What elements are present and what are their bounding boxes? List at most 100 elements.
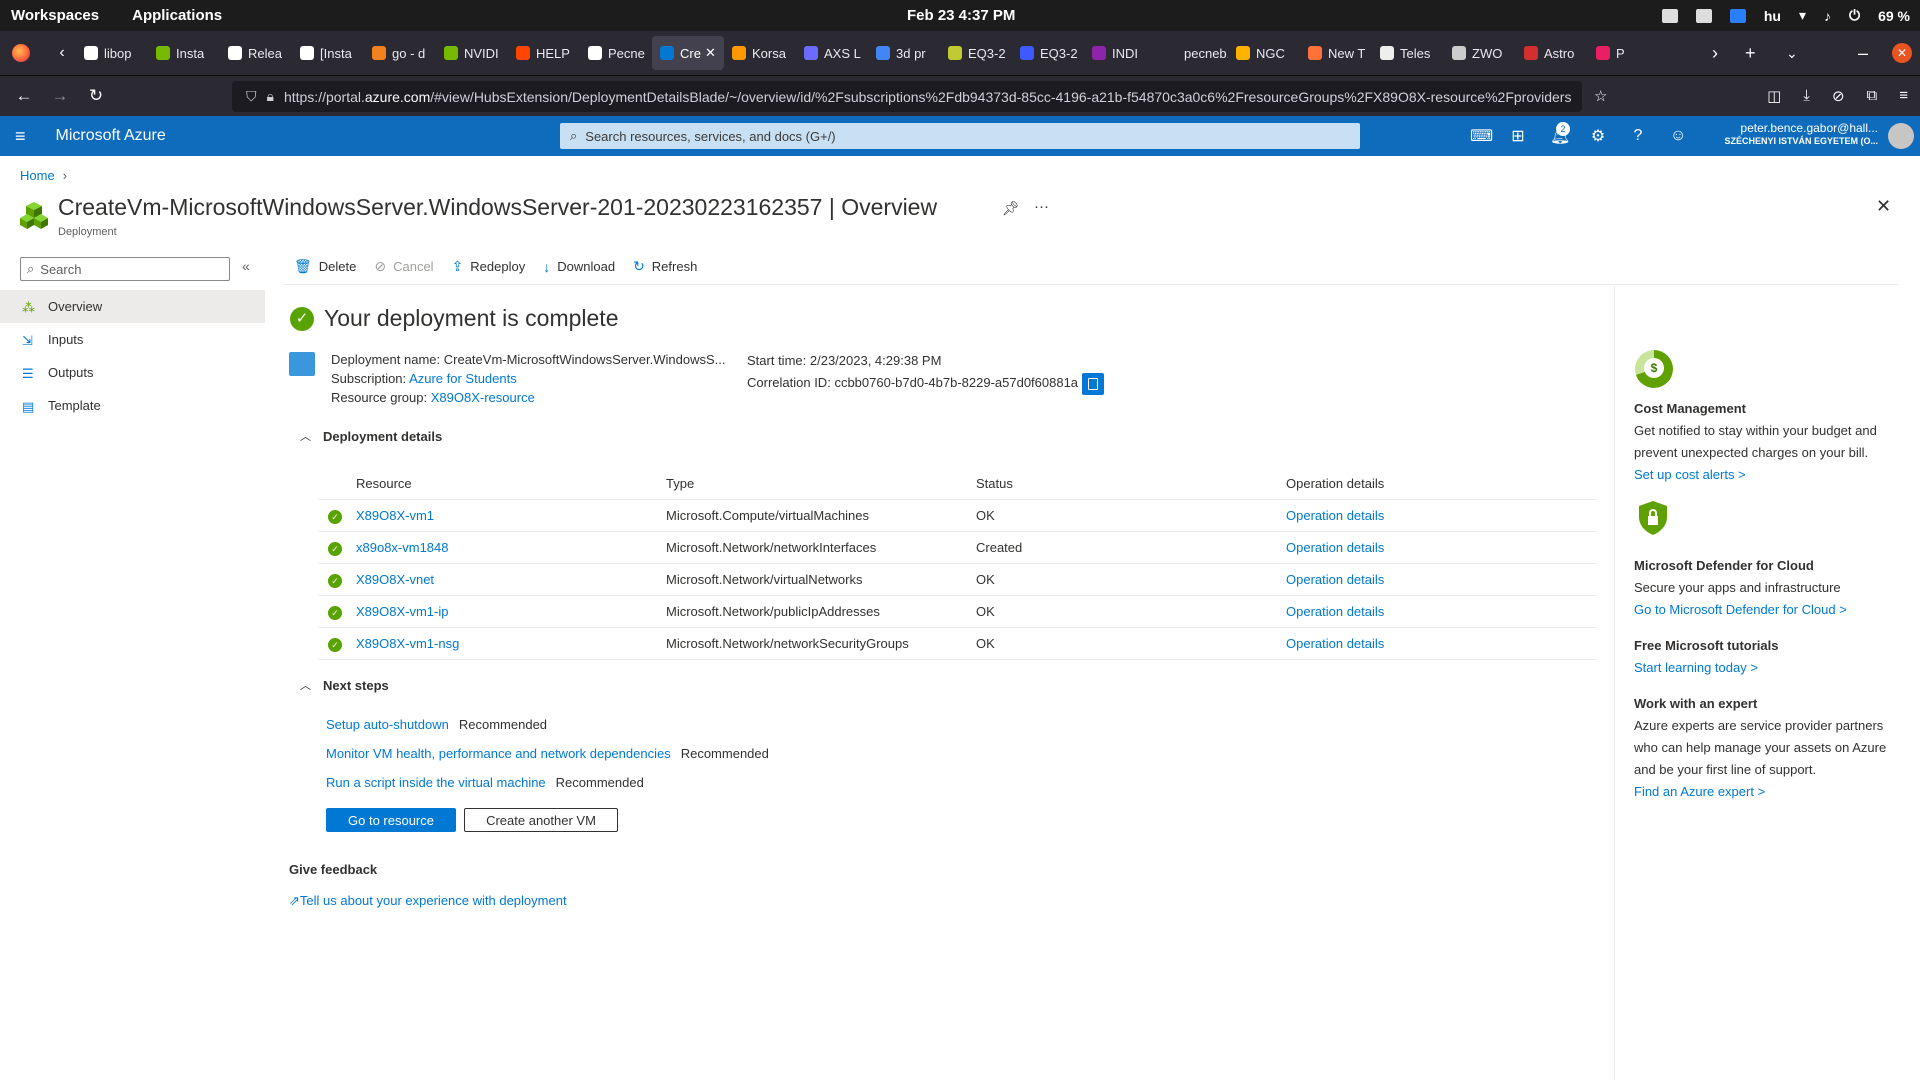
url-bar[interactable]: ⛉ 🔒︎ https://portal. azure.com/#view/Hubs…	[232, 81, 1582, 112]
volume-icon[interactable]: ♪	[1824, 8, 1831, 24]
browser-tab[interactable]: go - d	[364, 36, 436, 70]
browser-tab[interactable]: Korsa	[724, 36, 796, 70]
vscode-icon[interactable]	[1729, 8, 1746, 23]
create-another-vm-button[interactable]: Create another VM	[464, 808, 618, 832]
download-button[interactable]: ↓ Download	[543, 259, 615, 275]
refresh-button[interactable]: ↻ Refresh	[633, 258, 697, 275]
defender-link[interactable]: Go to Microsoft Defender for Cloud >	[1634, 602, 1847, 617]
workspaces-menu[interactable]: Workspaces	[11, 7, 99, 24]
resource-link[interactable]: X89O8X-vm1-nsg	[356, 636, 666, 651]
browser-tab[interactable]: Pecne	[580, 36, 652, 70]
breadcrumb-home[interactable]: Home	[20, 168, 55, 183]
shield-icon[interactable]: ⛉	[246, 88, 257, 105]
clock[interactable]: Feb 23 4:37 PM	[907, 7, 1015, 24]
menu-item-inputs[interactable]: ⇲ Inputs	[0, 323, 265, 356]
browser-tab[interactable]: libop	[76, 36, 148, 70]
cloud-shell-icon[interactable]: ⌨	[1470, 126, 1493, 146]
operation-details-link[interactable]: Operation details	[1286, 508, 1586, 523]
next-steps-toggle[interactable]: ︿ Next steps	[300, 677, 389, 693]
go-to-resource-button[interactable]: Go to resource	[326, 808, 456, 832]
pin-icon[interactable]: 📌︎	[1002, 200, 1020, 217]
run-script-link[interactable]: Run a script inside the virtual machine	[326, 775, 546, 790]
tab-scroll-right-icon[interactable]: ›	[1712, 43, 1718, 64]
azure-brand[interactable]: Microsoft Azure	[56, 127, 166, 145]
keyboard-layout[interactable]: hu	[1764, 8, 1781, 24]
feedback-icon[interactable]: ☺	[1670, 127, 1686, 145]
menu-item-template[interactable]: ▤ Template	[0, 389, 265, 422]
back-icon[interactable]: ←	[6, 86, 42, 106]
screen-icon[interactable]	[1661, 8, 1678, 23]
more-options-icon[interactable]: ···	[1034, 198, 1049, 215]
power-icon[interactable]: ⏻	[1849, 7, 1860, 24]
account-menu[interactable]: peter.bence.gabor@hall... SZÉCHENYI ISTV…	[1724, 122, 1878, 148]
avatar[interactable]	[1888, 123, 1914, 149]
browser-tab[interactable]: EQ3-2	[1012, 36, 1084, 70]
extensions-icon[interactable]: ⧉	[1867, 87, 1878, 105]
menu-item-outputs[interactable]: ☰ Outputs	[0, 356, 265, 389]
cancel-button[interactable]: ⊘ Cancel	[374, 258, 433, 275]
collapse-menu-icon[interactable]: «	[242, 258, 250, 274]
browser-tab[interactable]: INDI	[1084, 36, 1156, 70]
resource-link[interactable]: x89o8x-vm1848	[356, 540, 666, 555]
browser-tab[interactable]: Relea	[220, 36, 292, 70]
browser-tab[interactable]: ZWO	[1444, 36, 1516, 70]
extension-icon[interactable]: ⊘	[1832, 87, 1845, 105]
downloads-icon[interactable]: ⤓	[1803, 87, 1810, 105]
pocket-icon[interactable]: ◫	[1767, 87, 1781, 105]
browser-tab[interactable]: New T	[1300, 36, 1372, 70]
browser-tab[interactable]: HELP	[508, 36, 580, 70]
reload-icon[interactable]: ↻	[78, 86, 114, 106]
close-window-icon[interactable]: ✕	[1892, 43, 1912, 63]
operation-details-link[interactable]: Operation details	[1286, 572, 1586, 587]
resource-group-link[interactable]: X89O8X-resource	[431, 390, 535, 405]
browser-tab[interactable]: EQ3-2	[940, 36, 1012, 70]
help-icon[interactable]: ?	[1630, 127, 1646, 145]
operation-details-link[interactable]: Operation details	[1286, 636, 1586, 651]
menu-icon[interactable]: ≡	[1899, 87, 1908, 105]
app-tray-icon[interactable]	[1695, 8, 1712, 23]
browser-tab[interactable]: AXS L	[796, 36, 868, 70]
browser-tab[interactable]: P	[1588, 36, 1660, 70]
browser-tab[interactable]: [Insta	[292, 36, 364, 70]
delete-button[interactable]: 🗑︎ Delete	[294, 258, 356, 275]
close-blade-icon[interactable]: ✕	[1876, 196, 1891, 217]
resource-link[interactable]: X89O8X-vm1-ip	[356, 604, 666, 619]
applications-menu[interactable]: Applications	[132, 7, 222, 24]
wifi-icon[interactable]: ▾	[1799, 7, 1806, 24]
menu-search-input[interactable]: ⌕ Search	[20, 257, 230, 281]
browser-tab[interactable]: NGC	[1228, 36, 1300, 70]
expert-link[interactable]: Find an Azure expert >	[1634, 784, 1765, 799]
browser-tab[interactable]: Teles	[1372, 36, 1444, 70]
close-tab-icon[interactable]: ✕	[705, 45, 716, 61]
browser-tab[interactable]: Cre ✕	[652, 36, 724, 70]
new-tab-icon[interactable]: +	[1745, 43, 1756, 64]
menu-item-overview[interactable]: ⁂ Overview	[0, 290, 265, 323]
deployment-details-toggle[interactable]: ︿ Deployment details	[300, 428, 442, 444]
tutorials-link[interactable]: Start learning today >	[1634, 660, 1758, 675]
browser-tab[interactable]: Astro	[1516, 36, 1588, 70]
forward-icon[interactable]: →	[42, 86, 78, 106]
monitor-vm-link[interactable]: Monitor VM health, performance and netwo…	[326, 746, 671, 761]
minimize-icon[interactable]: –	[1858, 43, 1868, 64]
bookmark-star-icon[interactable]: ☆	[1594, 87, 1607, 105]
browser-tab[interactable]: NVIDI	[436, 36, 508, 70]
subscription-link[interactable]: Azure for Students	[409, 371, 517, 386]
lock-icon[interactable]: 🔒︎	[267, 88, 274, 105]
operation-details-link[interactable]: Operation details	[1286, 540, 1586, 555]
cost-alerts-link[interactable]: Set up cost alerts >	[1634, 467, 1746, 482]
resource-link[interactable]: X89O8X-vm1	[356, 508, 666, 523]
browser-tab[interactable]: pecneb.g	[1156, 36, 1228, 70]
browser-tab[interactable]: Insta	[148, 36, 220, 70]
portal-menu-icon[interactable]: ≡	[15, 126, 26, 147]
copy-icon[interactable]	[1082, 372, 1105, 395]
feedback-link[interactable]: ⇗Tell us about your experience with depl…	[289, 893, 567, 909]
global-search-input[interactable]: ⌕ Search resources, services, and docs (…	[560, 123, 1360, 149]
battery-level[interactable]: 69 %	[1878, 8, 1910, 24]
list-tabs-icon[interactable]: ⌄	[1786, 45, 1798, 62]
tab-scroll-left-icon[interactable]: ‹	[54, 44, 70, 62]
setup-auto-shutdown-link[interactable]: Setup auto-shutdown	[326, 717, 449, 732]
operation-details-link[interactable]: Operation details	[1286, 604, 1586, 619]
redeploy-button[interactable]: ⇪ Redeploy	[452, 258, 526, 275]
directory-filter-icon[interactable]: ⊞	[1510, 126, 1526, 146]
browser-tab[interactable]: 3d pr	[868, 36, 940, 70]
